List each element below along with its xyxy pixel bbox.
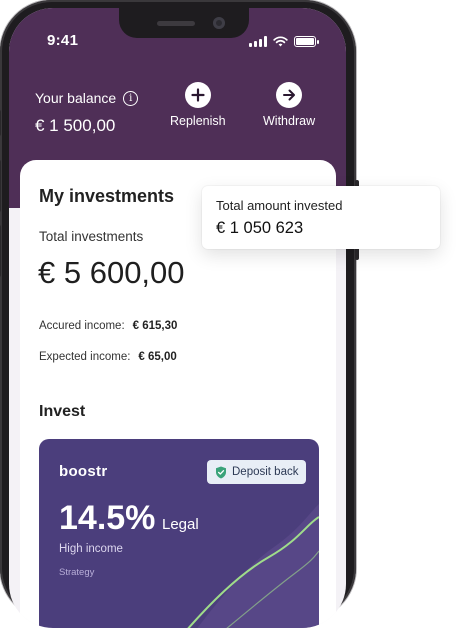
deposit-back-label: Deposit back bbox=[232, 466, 299, 478]
accrued-income-value: € 615,30 bbox=[132, 320, 178, 332]
status-time: 9:41 bbox=[47, 32, 79, 49]
rate-type: Legal bbox=[162, 516, 199, 533]
signal-icon bbox=[249, 36, 267, 47]
my-investments-title: My investments bbox=[39, 186, 175, 206]
shield-check-icon bbox=[216, 466, 226, 478]
expected-income-value: € 65,00 bbox=[138, 351, 177, 363]
interest-rate: 14.5% bbox=[59, 499, 156, 537]
arrow-right-icon bbox=[276, 82, 303, 108]
total-invested-value: € 1 050 623 bbox=[216, 219, 304, 237]
wifi-icon bbox=[273, 36, 288, 47]
side-button bbox=[0, 110, 1, 136]
total-investments-label: Total investments bbox=[39, 229, 144, 244]
phone-screen: 9:41 Your balance i € 1 500,00 Replenish… bbox=[9, 8, 346, 628]
accrued-income-label: Accured income: bbox=[39, 320, 125, 332]
side-button bbox=[0, 160, 1, 212]
product-description: High income bbox=[59, 543, 123, 555]
battery-icon bbox=[294, 36, 319, 47]
status-icons bbox=[249, 36, 319, 47]
phone-frame: 9:41 Your balance i € 1 500,00 Replenish… bbox=[0, 0, 359, 628]
total-invested-label: Total amount invested bbox=[216, 198, 343, 213]
side-button bbox=[0, 225, 1, 277]
speaker bbox=[157, 21, 195, 26]
replenish-button[interactable]: Replenish bbox=[170, 82, 226, 128]
info-icon[interactable]: i bbox=[123, 90, 139, 106]
invest-product-card[interactable]: boostr Deposit back 14.5% Legal High inc… bbox=[39, 439, 319, 628]
total-investments-value: € 5 600,00 bbox=[38, 255, 185, 290]
expected-income-row: Expected income: € 65,00 bbox=[39, 351, 177, 363]
invest-title: Invest bbox=[39, 403, 86, 420]
replenish-label: Replenish bbox=[170, 114, 226, 128]
balance-value: € 1 500,00 bbox=[35, 116, 116, 135]
expected-income-label: Expected income: bbox=[39, 351, 131, 363]
accrued-income-row: Accured income: € 615,30 bbox=[39, 320, 177, 332]
deposit-back-badge: Deposit back bbox=[207, 460, 307, 484]
brand-logo: boostr bbox=[59, 463, 108, 480]
balance-label: Your balance i bbox=[35, 90, 139, 106]
camera bbox=[213, 17, 225, 29]
withdraw-label: Withdraw bbox=[263, 114, 316, 128]
plus-icon bbox=[184, 82, 211, 108]
total-invested-tooltip: Total amount invested € 1 050 623 bbox=[202, 186, 440, 249]
notch bbox=[119, 8, 249, 38]
balance-label-text: Your balance bbox=[35, 90, 117, 106]
withdraw-button[interactable]: Withdraw bbox=[263, 82, 315, 128]
strategy-label: Strategy bbox=[59, 567, 95, 578]
